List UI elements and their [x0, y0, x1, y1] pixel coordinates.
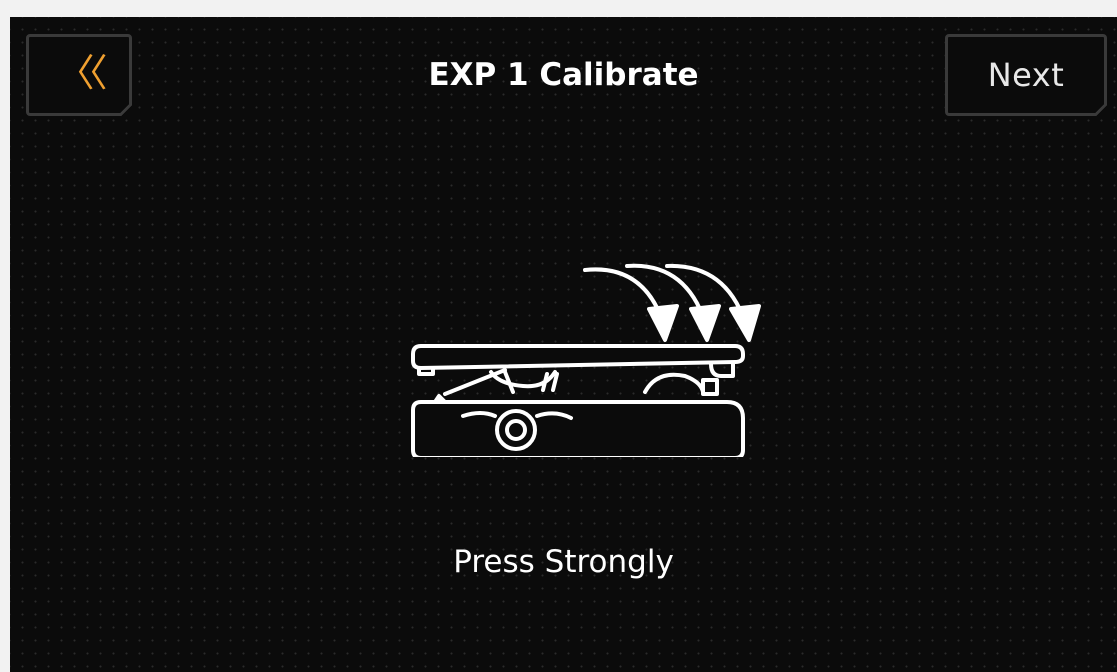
calibration-screen: 〈〈 EXP 1 Calibrate Next Press Strongly [10, 17, 1117, 672]
next-button[interactable]: Next [945, 34, 1107, 116]
next-button-label: Next [987, 56, 1065, 94]
pedal-treadle [411, 344, 745, 378]
expression-pedal-press-icon [411, 263, 761, 457]
instruction-text: Press Strongly [453, 544, 674, 580]
pedal-mechanism [433, 368, 719, 404]
press-arrows-icon [583, 263, 761, 342]
pedal-base [411, 400, 745, 457]
